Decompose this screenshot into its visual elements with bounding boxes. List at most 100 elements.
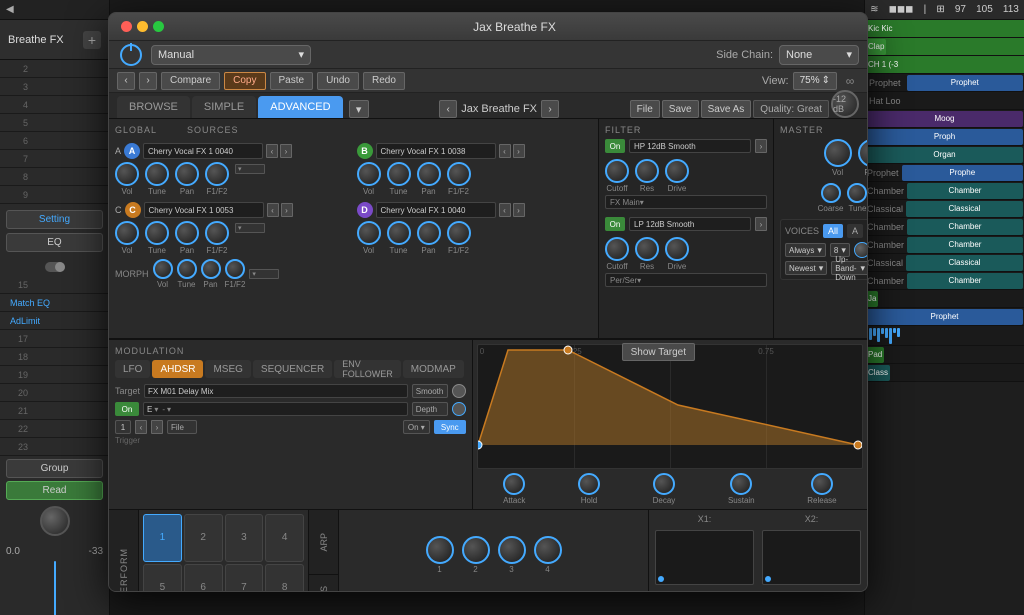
perf-knob-1-control[interactable] [426,536,454,564]
power-button[interactable] [117,41,145,69]
side-chain-dropdown[interactable]: None ▾ [779,45,859,65]
copy-button[interactable]: Copy [224,72,265,90]
source-c-tune-knob[interactable] [145,221,169,245]
voice-tab-b[interactable]: B [867,224,868,238]
sync-btn[interactable]: Sync [434,420,466,434]
mod-tab-modmap[interactable]: MODMAP [403,360,464,378]
save-button[interactable]: Save [662,100,699,118]
arp-label-area[interactable]: ARP [309,510,338,575]
setting-button[interactable]: Setting [6,210,103,229]
source-c-pan-knob[interactable] [175,221,199,245]
paste-button[interactable]: Paste [270,72,314,90]
pad-4[interactable]: 4 [265,514,304,562]
sidebar-row-17[interactable]: 17 [0,330,109,348]
mod-tab-mseg[interactable]: MSEG [205,360,250,378]
track-item-hatloo[interactable]: Hat Loo [865,92,1024,110]
view-percent-control[interactable]: 75% ⇕ [793,72,837,90]
sidebar-row-6[interactable]: 6 [0,132,109,150]
source-b-tune-knob[interactable] [387,162,411,186]
source-a-name[interactable]: Cherry Vocal FX 1 0040 [143,143,263,159]
source-a-prev[interactable]: ‹ [266,144,278,158]
preset-back-button[interactable]: ‹ [439,100,457,118]
source-a-next[interactable]: › [280,144,292,158]
source-a-tune-knob[interactable] [145,162,169,186]
tab-menu-button[interactable]: ▾ [349,100,369,118]
hold-knob[interactable] [578,473,600,495]
tab-advanced[interactable]: ADVANCED [258,96,342,118]
tab-browse[interactable]: BROWSE [117,96,190,118]
add-track-button[interactable]: + [83,31,101,49]
sidebar-row-21[interactable]: 21 [0,402,109,420]
sidebar-row-8[interactable]: 8 [0,168,109,186]
filter-1-res-knob[interactable] [635,159,659,183]
source-a-f1f2-knob[interactable] [205,162,229,186]
master-vol-knob[interactable] [824,139,852,167]
save-as-button[interactable]: Save As [701,100,752,118]
source-b-name[interactable]: Cherry Vocal FX 1 0038 [376,143,496,159]
pad-7[interactable]: 7 [225,564,264,593]
preset-dropdown[interactable]: Manual ▾ [151,45,311,65]
mod-tab-sequencer[interactable]: SEQUENCER [253,360,332,378]
file-button[interactable]: File [630,100,660,118]
mod-on-btn[interactable]: On [115,402,139,416]
sidebar-row-20[interactable]: 20 [0,384,109,402]
source-d-next[interactable]: › [513,203,525,217]
voice-tab-all[interactable]: All [823,224,843,238]
redo-button[interactable]: Redo [363,72,405,90]
sidebar-row-match-eq[interactable]: Match EQ [0,294,109,312]
source-a-pan-knob[interactable] [175,162,199,186]
sidebar-row-19[interactable]: 19 [0,366,109,384]
source-d-pan-knob[interactable] [417,221,441,245]
track-item-chamber1[interactable]: Chamber Chamber [865,182,1024,200]
filter-2-next[interactable]: › [755,217,767,231]
pad-2[interactable]: 2 [184,514,223,562]
track-item-classical1[interactable]: Classical Classical [865,200,1024,218]
master-coarse-knob[interactable] [821,183,841,203]
track-item-classical2[interactable]: Classical Classical [865,254,1024,272]
link-icon[interactable]: ∞ [841,72,859,90]
collapse-icon[interactable]: ◀ [6,4,14,15]
nav-forward-button[interactable]: › [139,72,157,90]
filter-1-cutoff-knob[interactable] [605,159,629,183]
pad-1[interactable]: 1 [143,514,182,562]
mod-target-value[interactable]: FX M01 Delay Mix [144,384,408,398]
track-item-ja[interactable]: Ja [865,290,1024,308]
morph-dropdown[interactable]: ▾ [249,269,279,279]
filter-2-drive-knob[interactable] [665,237,689,261]
sidebar-row-adlimit[interactable]: AdLimit [0,312,109,330]
smooth-btn[interactable]: Smooth [412,384,448,398]
source-a-dropdown1[interactable]: ▾ [235,164,265,174]
filter-2-name[interactable]: LP 12dB Smooth [629,217,751,231]
sidebar-row-2[interactable]: 2 [0,60,109,78]
track-item-ch1[interactable]: CH 1 (-3 [865,56,1024,74]
source-b-pan-knob[interactable] [417,162,441,186]
voices-upband-select[interactable]: Up-Band-Down ▾ [831,261,868,275]
source-d-prev[interactable]: ‹ [499,203,511,217]
source-c-vol-knob[interactable] [115,221,139,245]
source-b-prev[interactable]: ‹ [499,144,511,158]
track-item-moog[interactable]: Moog [865,110,1024,128]
decay-knob[interactable] [653,473,675,495]
source-c-dropdown1[interactable]: ▾ [235,223,265,233]
x1-pad[interactable] [655,530,754,585]
source-d-vol-knob[interactable] [357,221,381,245]
filter-1-on-badge[interactable]: On [605,139,625,153]
read-button[interactable]: Read [6,481,103,500]
source-c-f1f2-knob[interactable] [205,221,229,245]
mod-smooth-knob[interactable] [452,384,466,398]
lfo-file-btn[interactable]: File [167,420,197,434]
lfo-prev-btn[interactable]: ‹ [135,420,147,434]
nav-back-button[interactable]: ‹ [117,72,135,90]
track-item-class[interactable]: Class [865,364,1024,382]
track-item-organ[interactable]: Organ [865,146,1024,164]
filter-1-fx-dropdown[interactable]: FX Main ▾ [605,195,767,209]
track-item-proph[interactable]: Proph [865,128,1024,146]
source-b-vol-knob[interactable] [357,162,381,186]
mod-tab-ahdsr[interactable]: AHDSR [152,360,203,378]
compare-button[interactable]: Compare [161,72,220,90]
mod-e-dropdown[interactable]: E ▾ - ▾ [143,402,408,416]
source-c-name[interactable]: Cherry Vocal FX 1 0053 [144,202,264,218]
filter-1-name[interactable]: HP 12dB Smooth [629,139,751,153]
filter-2-on-badge[interactable]: On [605,217,625,231]
track-item-clap[interactable]: Clap [865,38,1024,56]
